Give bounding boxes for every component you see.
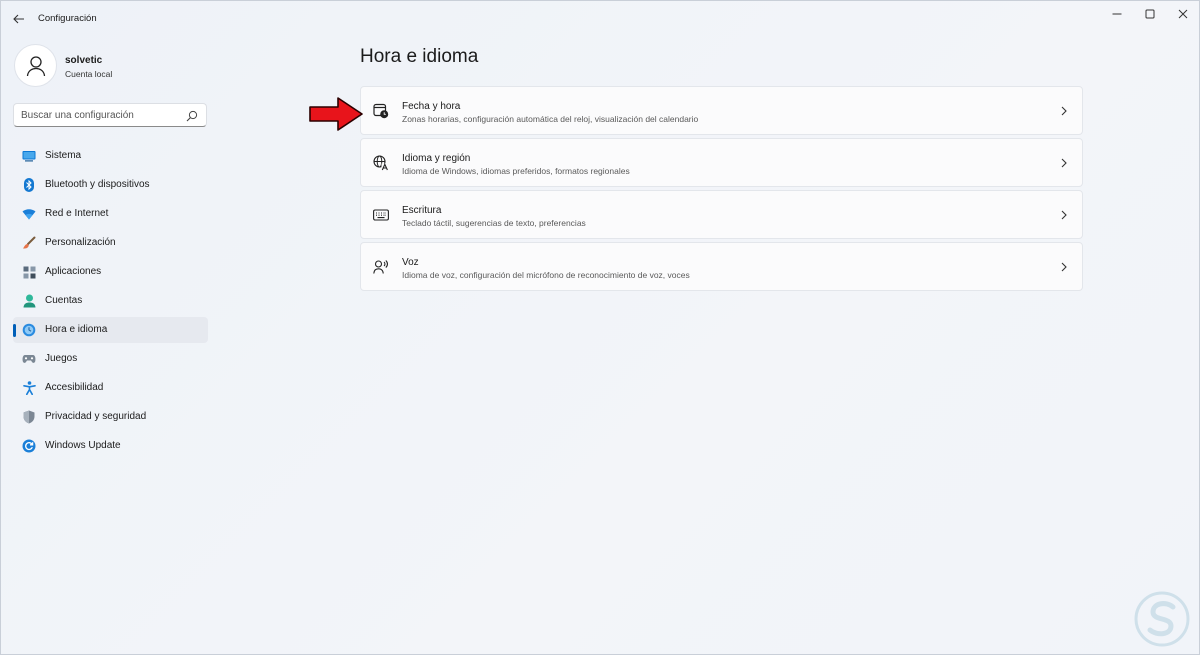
card-subtitle: Idioma de voz, configuración del micrófo… bbox=[402, 270, 690, 280]
settings-window: Configuración solvetic Cuenta local Busc… bbox=[0, 0, 1200, 655]
sidebar-item-gaming[interactable]: Juegos bbox=[13, 346, 208, 372]
sidebar-item-label: Hora e idioma bbox=[45, 324, 108, 335]
settings-list: Fecha y hora Zonas horarias, configuraci… bbox=[360, 86, 1083, 294]
sidebar-item-accounts[interactable]: Cuentas bbox=[13, 288, 208, 314]
accessibility-icon bbox=[22, 381, 36, 395]
annotation-arrow-icon bbox=[309, 97, 363, 131]
sidebar-item-personalization[interactable]: Personalización bbox=[13, 230, 208, 256]
search-icon[interactable] bbox=[186, 110, 198, 122]
sidebar-item-windows-update[interactable]: Windows Update bbox=[13, 433, 208, 459]
card-speech[interactable]: Voz Idioma de voz, configuración del mic… bbox=[360, 242, 1083, 291]
card-date-time[interactable]: Fecha y hora Zonas horarias, configuraci… bbox=[360, 86, 1083, 135]
user-icon bbox=[26, 55, 45, 76]
chevron-right-icon bbox=[1061, 210, 1067, 220]
card-subtitle: Teclado táctil, sugerencias de texto, pr… bbox=[402, 218, 586, 228]
update-icon bbox=[22, 439, 36, 453]
sidebar-item-label: Aplicaciones bbox=[45, 266, 102, 277]
chevron-right-icon bbox=[1061, 158, 1067, 168]
card-title: Fecha y hora bbox=[402, 101, 461, 112]
card-subtitle: Zonas horarias, configuración automática… bbox=[402, 114, 699, 124]
card-language-region[interactable]: Idioma y región Idioma de Windows, idiom… bbox=[360, 138, 1083, 187]
language-icon bbox=[373, 155, 389, 171]
search-box bbox=[13, 103, 207, 127]
apps-icon bbox=[22, 265, 36, 279]
gamepad-icon bbox=[22, 352, 36, 366]
card-title: Escritura bbox=[402, 205, 442, 216]
sidebar-item-label: Red e Internet bbox=[45, 208, 109, 219]
page-title: Hora e idioma bbox=[360, 46, 479, 67]
bluetooth-icon bbox=[22, 178, 36, 192]
sidebar-item-sistema[interactable]: Sistema bbox=[13, 143, 208, 169]
close-icon bbox=[1178, 9, 1188, 19]
sidebar-item-label: Accesibilidad bbox=[45, 382, 104, 393]
sidebar-item-label: Juegos bbox=[45, 353, 78, 364]
watermark-logo-icon bbox=[1134, 591, 1190, 647]
sidebar-item-accessibility[interactable]: Accesibilidad bbox=[13, 375, 208, 401]
globe-clock-icon bbox=[22, 323, 36, 337]
chevron-right-icon bbox=[1061, 106, 1067, 116]
sidebar-item-label: Bluetooth y dispositivos bbox=[45, 179, 150, 190]
sidebar-item-network[interactable]: Red e Internet bbox=[13, 201, 208, 227]
sidebar-item-apps[interactable]: Aplicaciones bbox=[13, 259, 208, 285]
avatar[interactable] bbox=[14, 44, 57, 87]
keyboard-icon bbox=[373, 207, 389, 223]
close-button[interactable] bbox=[1163, 1, 1200, 27]
title-bar: Configuración bbox=[1, 1, 1199, 37]
back-arrow-icon bbox=[13, 14, 24, 24]
sidebar-item-label: Privacidad y seguridad bbox=[45, 411, 147, 422]
card-typing[interactable]: Escritura Teclado táctil, sugerencias de… bbox=[360, 190, 1083, 239]
minimize-icon bbox=[1112, 13, 1122, 15]
sidebar-item-label: Windows Update bbox=[45, 440, 121, 451]
maximize-icon bbox=[1145, 9, 1155, 19]
user-name: solvetic bbox=[65, 55, 103, 66]
card-title: Voz bbox=[402, 257, 419, 268]
back-button[interactable] bbox=[7, 7, 31, 31]
sidebar-item-label: Cuentas bbox=[45, 295, 83, 306]
sidebar-item-bluetooth[interactable]: Bluetooth y dispositivos bbox=[13, 172, 208, 198]
shield-icon bbox=[22, 410, 36, 424]
card-title: Idioma y región bbox=[402, 153, 471, 164]
calendar-clock-icon bbox=[373, 103, 389, 119]
search-input[interactable] bbox=[21, 108, 181, 123]
sidebar-item-label: Sistema bbox=[45, 150, 82, 161]
speech-icon bbox=[373, 259, 389, 275]
brush-icon bbox=[22, 236, 36, 250]
account-icon bbox=[22, 294, 36, 308]
wifi-icon bbox=[22, 207, 36, 221]
sidebar-nav: Sistema Bluetooth y dispositivos Red e I… bbox=[13, 143, 208, 462]
card-subtitle: Idioma de Windows, idiomas preferidos, f… bbox=[402, 166, 630, 176]
chevron-right-icon bbox=[1061, 262, 1067, 272]
sidebar-item-privacy[interactable]: Privacidad y seguridad bbox=[13, 404, 208, 430]
account-type: Cuenta local bbox=[65, 69, 113, 79]
sidebar-item-time-language[interactable]: Hora e idioma bbox=[13, 317, 208, 343]
system-icon bbox=[22, 149, 36, 163]
app-title: Configuración bbox=[38, 13, 97, 24]
sidebar-item-label: Personalización bbox=[45, 237, 116, 248]
